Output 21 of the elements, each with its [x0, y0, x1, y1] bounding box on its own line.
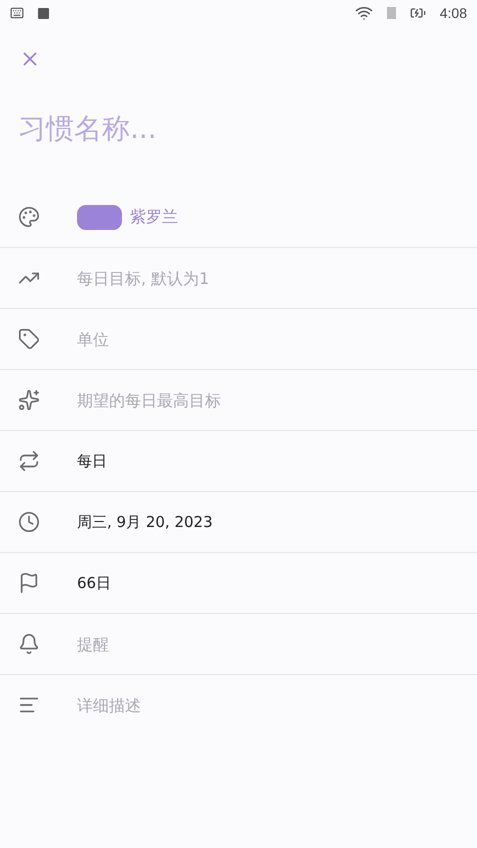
wifi-icon	[354, 4, 373, 22]
repeat-icon	[18, 450, 40, 472]
sparkles-icon	[18, 389, 40, 411]
setting-value[interactable]: 66日	[77, 574, 112, 592]
palette-icon	[18, 206, 40, 228]
bell-icon	[18, 633, 40, 655]
color-name: 紫罗兰	[130, 206, 178, 228]
clock-icon	[18, 511, 40, 533]
status-time: 4:08	[440, 5, 467, 21]
habit-name-field[interactable]: 习惯名称...	[18, 112, 438, 145]
label-tag-icon	[18, 328, 40, 350]
setting-value[interactable]: 周三, 9月 20, 2023	[77, 512, 213, 532]
input-field[interactable]: 每日目标, 默认为1	[77, 268, 437, 288]
input-field[interactable]: 详细描述	[77, 696, 437, 714]
flag-icon	[18, 572, 40, 594]
input-field[interactable]: 期望的每日最高目标	[77, 390, 437, 410]
setting-value[interactable]: 每日	[77, 452, 107, 470]
input-field[interactable]: 提醒	[77, 634, 437, 654]
input-field[interactable]: 单位	[77, 330, 437, 348]
keyboard-icon	[10, 6, 24, 20]
color-swatch[interactable]	[77, 204, 122, 230]
